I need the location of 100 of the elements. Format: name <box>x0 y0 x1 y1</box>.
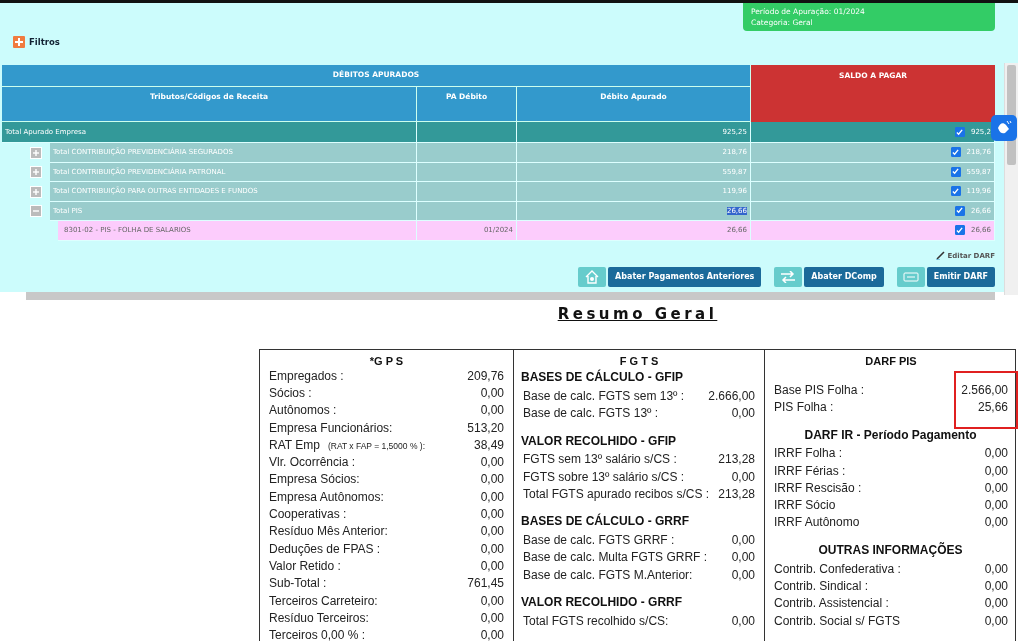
row-label: Base de calc. FGTS sem 13º : <box>523 388 685 403</box>
row-value: 0,00 <box>984 579 1008 593</box>
row-label: Terceiros 0,00 % : <box>269 628 366 641</box>
panel-title: DARF PIS <box>864 355 918 367</box>
icon-button[interactable] <box>578 266 607 287</box>
row-label: Contrib. Assistencial : <box>774 596 889 611</box>
swap-arrows-icon <box>780 270 797 283</box>
row-value: 513,20 <box>467 420 504 435</box>
row-value: 0,00 <box>984 613 1008 628</box>
icon-button[interactable] <box>896 266 925 287</box>
row-value: 0,00 <box>731 550 755 565</box>
row-value: 25,66 <box>977 399 1008 414</box>
row-label: Base de calc. Multa FGTS GRRF : <box>523 550 708 565</box>
row-label: RAT Emp (RAT x FAP = 1,5000 % ): <box>269 437 425 452</box>
row-value: 0,00 <box>480 385 504 400</box>
pencil-icon <box>936 251 946 260</box>
section-heading: DARF IR - Período Pagamento <box>803 426 978 444</box>
row-label: Deduções de FPAS : <box>269 541 381 556</box>
row-label: Empresa Funcionários: <box>269 420 393 435</box>
row-value: 213,28 <box>718 452 755 467</box>
row-value: 213,28 <box>718 486 755 501</box>
house-icon <box>585 269 600 284</box>
row-value: 0,00 <box>480 628 504 641</box>
row-label: IRRF Sócio <box>774 498 836 513</box>
row-label: Cooperativas : <box>269 507 347 521</box>
row-value: 0,00 <box>480 524 504 539</box>
row-value: 0,00 <box>984 515 1008 530</box>
row-label: Valor Retido : <box>269 558 341 573</box>
checkbox[interactable] <box>954 127 965 137</box>
row-value: 0,00 <box>984 596 1008 611</box>
panel-title: F G T S <box>618 355 660 367</box>
row-label: Total FGTS apurado recibos s/CS : <box>523 486 710 501</box>
row-label: Base de calc. FGTS M.Anterior: <box>523 567 693 582</box>
row-value: 0,00 <box>480 610 504 625</box>
row-label: FGTS sem 13º salário s/CS : <box>523 452 677 467</box>
row-value: 0,00 <box>731 405 755 420</box>
expand-icon[interactable] <box>30 185 42 198</box>
action-button[interactable]: Abater DComp <box>804 266 884 287</box>
checkbox[interactable] <box>950 186 961 197</box>
row-label: Contrib. Sindical : <box>774 579 869 593</box>
row-label: Terceiros Carreteiro: <box>269 593 378 608</box>
plus-icon[interactable] <box>13 36 25 48</box>
row-label: Vlr. Ocorrência : <box>269 455 356 470</box>
row-label: IRRF Rescisão : <box>774 480 862 495</box>
row-value: 0,00 <box>480 507 504 521</box>
checkbox[interactable] <box>950 147 961 158</box>
row-label: FGTS sobre 13º salário s/CS : <box>523 469 685 484</box>
row-value: 0,00 <box>984 498 1008 513</box>
expand-icon[interactable] <box>30 166 42 179</box>
row-value: 0,00 <box>984 561 1008 576</box>
row-value: 38,49 <box>473 437 504 452</box>
row-label: IRRF Férias : <box>774 463 846 478</box>
action-button[interactable]: Emitir DARF <box>926 266 995 287</box>
collapse-icon[interactable] <box>30 205 42 218</box>
row-label: Contrib. Confederativa : <box>774 561 901 576</box>
row-label: Empregados : <box>269 368 344 383</box>
row-value: 0,00 <box>984 463 1008 478</box>
row-value: 0,00 <box>480 472 504 487</box>
row-label: Base de calc. FGTS GRRF : <box>523 533 675 548</box>
icon-button[interactable] <box>774 266 803 287</box>
row-label: Resíduo Terceiros: <box>269 610 369 625</box>
row-label: Contrib. Social s/ FGTS <box>774 613 901 628</box>
row-label: Empresa Autônomos: <box>269 489 384 504</box>
row-value: 0,00 <box>480 593 504 608</box>
row-value: 209,76 <box>467 368 504 383</box>
row-label: PIS Folha : <box>774 399 834 414</box>
row-value: 0,00 <box>480 455 504 470</box>
row-value: 761,45 <box>467 576 504 591</box>
panel-title: *G P S <box>368 355 405 367</box>
row-value: 0,00 <box>480 489 504 504</box>
document-icon <box>902 271 919 282</box>
filters-link[interactable]: Filtros <box>29 37 60 47</box>
section-heading: VALOR RECOLHIDO - GRRF <box>520 594 684 612</box>
checkbox[interactable] <box>950 166 961 177</box>
row-value: 0,00 <box>480 541 504 556</box>
row-value: 2.666,00 <box>708 388 755 403</box>
row-label: Autônomos : <box>269 403 337 418</box>
row-label: Empresa Sócios: <box>269 472 360 487</box>
row-value: 0,00 <box>480 403 504 418</box>
section-heading: BASES DE CÁLCULO - GRRF <box>520 512 690 531</box>
accessibility-button[interactable] <box>991 115 1017 141</box>
row-value: 2.566,00 <box>961 382 1008 397</box>
section-heading: VALOR RECOLHIDO - GFIP <box>520 432 678 450</box>
checkbox[interactable] <box>954 205 965 216</box>
section-title: Resumo Geral <box>556 305 719 323</box>
row-value: 0,00 <box>731 533 755 548</box>
row-label: Base de calc. FGTS 13º : <box>523 405 659 420</box>
row-label: Base PIS Folha : <box>774 382 865 397</box>
expand-icon[interactable] <box>30 146 42 159</box>
section-heading: OUTRAS INFORMAÇÕES <box>817 541 964 560</box>
row-label: Total FGTS recolhido s/CS: <box>523 614 669 628</box>
checkbox[interactable] <box>954 225 965 236</box>
action-button[interactable]: Abater Pagamentos Anteriores <box>608 266 762 287</box>
row-label: Sócios : <box>269 385 312 400</box>
row-label: IRRF Autônomo <box>774 515 860 530</box>
row-value: 0,00 <box>480 558 504 573</box>
row-value: 0,00 <box>984 480 1008 495</box>
row-label: Sub-Total : <box>269 576 327 591</box>
row-label: Resíduo Mês Anterior: <box>269 524 388 539</box>
row-value: 0,00 <box>984 446 1008 461</box>
